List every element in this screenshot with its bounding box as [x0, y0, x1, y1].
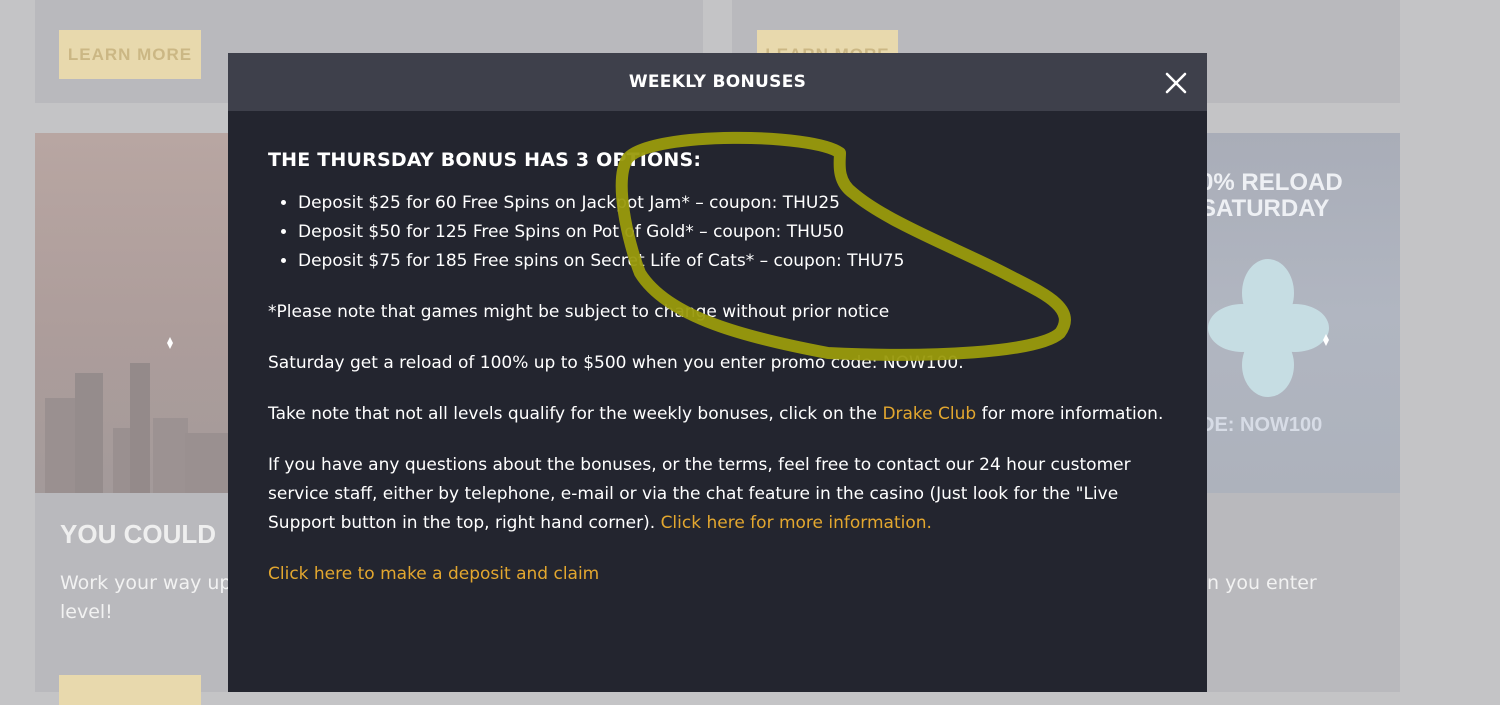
- list-item: Deposit $75 for 185 Free spins on Secret…: [298, 247, 1168, 276]
- left-card-text-line1: Work your way up: [60, 572, 232, 594]
- thursday-bonus-heading: THE THURSDAY BONUS HAS 3 OPTIONS:: [268, 149, 702, 171]
- learn-more-button[interactable]: [59, 675, 201, 705]
- modal-title: WEEKLY BONUSES: [628, 72, 807, 92]
- games-change-note: *Please note that games might be subject…: [268, 302, 890, 322]
- weekly-bonuses-modal: WEEKLY BONUSES THE THURSDAY BONUS HAS 3 …: [228, 53, 1207, 692]
- deposit-claim-row: Click here to make a deposit and claim: [268, 560, 1168, 589]
- right-card-text: n you enter: [1207, 572, 1317, 594]
- levels-text-after: for more information.: [976, 404, 1164, 424]
- modal-body: THE THURSDAY BONUS HAS 3 OPTIONS: Deposi…: [268, 149, 1168, 611]
- close-icon[interactable]: [1163, 70, 1189, 96]
- bonus-options-list: Deposit $25 for 60 Free Spins on Jackpot…: [268, 189, 1168, 276]
- levels-text: Take note that not all levels qualify fo…: [268, 404, 883, 424]
- contact-info: If you have any questions about the bonu…: [268, 451, 1168, 538]
- levels-note: Take note that not all levels qualify fo…: [268, 400, 1168, 429]
- learn-more-button[interactable]: LEARN MORE: [59, 30, 201, 79]
- reload-promo-heading: 0% RELOAD SATURDAY: [1200, 169, 1343, 222]
- promo-code-value: NOW100: [1240, 414, 1323, 436]
- saturday-reload-text: Saturday get a reload of 100% up to $500…: [268, 353, 964, 373]
- list-item: Deposit $50 for 125 Free Spins on Pot of…: [298, 218, 1168, 247]
- modal-header: WEEKLY BONUSES: [228, 53, 1207, 111]
- list-item: Deposit $25 for 60 Free Spins on Jackpot…: [298, 189, 1168, 218]
- more-information-link[interactable]: Click here for more information.: [661, 513, 932, 533]
- city-skyline-image: [35, 133, 235, 493]
- deposit-claim-link[interactable]: Click here to make a deposit and claim: [268, 564, 599, 584]
- left-card-text-line2: level!: [60, 601, 113, 623]
- left-card-heading: YOU COULD: [60, 519, 216, 549]
- promo-code-label: DE: NOW100: [1200, 414, 1322, 437]
- drake-club-link[interactable]: Drake Club: [882, 404, 976, 424]
